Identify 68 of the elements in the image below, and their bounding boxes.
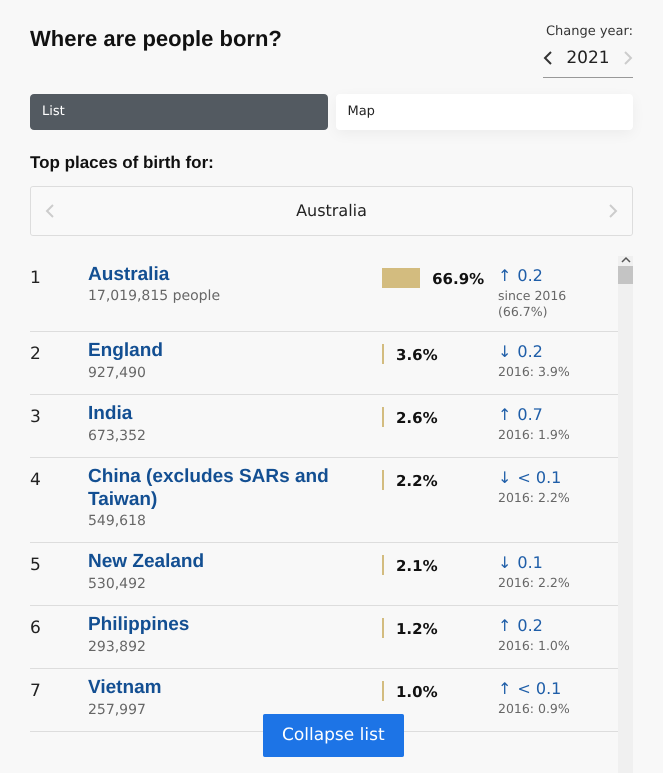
previous-value: since 2016 (66.7%) <box>498 288 568 322</box>
previous-region-button[interactable] <box>45 204 55 218</box>
share-percent: 2.1% <box>396 556 438 578</box>
share-percent: 2.6% <box>396 408 438 430</box>
country-link[interactable]: China (excludes SARs and Taiwan) <box>88 466 382 512</box>
people-count: 549,618 <box>88 512 147 532</box>
people-count: 257,997 <box>88 700 147 720</box>
rank-number: 3 <box>30 406 42 430</box>
scroll-up-icon[interactable] <box>621 256 631 264</box>
share-percent: 1.2% <box>396 619 438 640</box>
country-link[interactable]: Vietnam <box>88 677 382 700</box>
previous-year-button[interactable] <box>543 51 553 66</box>
share-percent: 3.6% <box>396 345 438 366</box>
change-arrow: ↑ <box>498 404 512 426</box>
rank-number: 6 <box>30 617 42 640</box>
change-value: 0.2 <box>517 341 543 364</box>
change-arrow: ↓ <box>498 341 512 364</box>
change-value: < 0.1 <box>517 466 562 489</box>
change-arrow: ↑ <box>498 264 512 286</box>
view-tab[interactable]: List <box>30 94 328 130</box>
previous-value: 2016: 3.9% <box>498 364 571 382</box>
region-value: Australia <box>296 200 367 222</box>
people-count: 293,892 <box>88 638 147 658</box>
country-link[interactable]: Philippines <box>88 614 382 638</box>
change-arrow: ↑ <box>498 615 512 638</box>
next-region-button[interactable] <box>608 204 618 218</box>
previous-value: 2016: 0.9% <box>498 701 571 718</box>
page-title: Where are people born? <box>30 26 282 53</box>
share-bar <box>382 344 384 364</box>
change-value: < 0.1 <box>517 678 562 700</box>
change-arrow: ↓ <box>498 552 512 574</box>
year-picker[interactable]: Change year: 2021 <box>543 22 633 78</box>
people-count: 530,492 <box>88 575 147 594</box>
people-count: 927,490 <box>88 364 147 384</box>
previous-value: 2016: 1.0% <box>498 638 571 656</box>
rank-number: 2 <box>30 343 42 366</box>
change-arrow: ↓ <box>498 466 512 489</box>
rank-number: 7 <box>30 680 42 704</box>
next-year-button[interactable] <box>622 51 633 66</box>
share-percent: 2.2% <box>396 470 438 492</box>
country-link[interactable]: England <box>88 340 382 364</box>
previous-value: 2016: 1.9% <box>498 427 571 444</box>
previous-value: 2016: 2.2% <box>498 490 571 507</box>
people-count: 17,019,815 people <box>88 287 222 306</box>
year-value: 2021 <box>566 46 610 70</box>
rank-number: 5 <box>30 554 42 578</box>
country-link[interactable]: Australia <box>88 264 382 286</box>
previous-value: 2016: 2.2% <box>498 575 571 592</box>
region-picker[interactable]: Australia <box>30 186 633 236</box>
change-value: 0.7 <box>517 404 543 426</box>
collapse-button[interactable]: Collapse list <box>263 714 404 757</box>
rank-number: 1 <box>30 266 42 290</box>
scrollbar-thumb[interactable] <box>618 266 633 284</box>
share-percent: 1.0% <box>396 682 438 704</box>
view-tab[interactable]: Map <box>336 94 633 130</box>
scrollbar[interactable] <box>618 256 633 773</box>
change-value: 0.2 <box>517 615 543 638</box>
people-count: 673,352 <box>88 426 147 446</box>
change-value: 0.1 <box>517 552 543 574</box>
change-value: 0.2 <box>517 264 543 286</box>
year-label: Change year: <box>544 23 633 41</box>
section-heading: Top places of birth for: <box>30 152 215 174</box>
share-percent: 66.9% <box>432 268 484 290</box>
change-arrow: ↑ <box>498 678 512 700</box>
rank-number: 4 <box>30 468 42 492</box>
country-link[interactable]: New Zealand <box>88 551 382 574</box>
country-link[interactable]: India <box>88 403 382 426</box>
share-bar <box>382 268 420 288</box>
